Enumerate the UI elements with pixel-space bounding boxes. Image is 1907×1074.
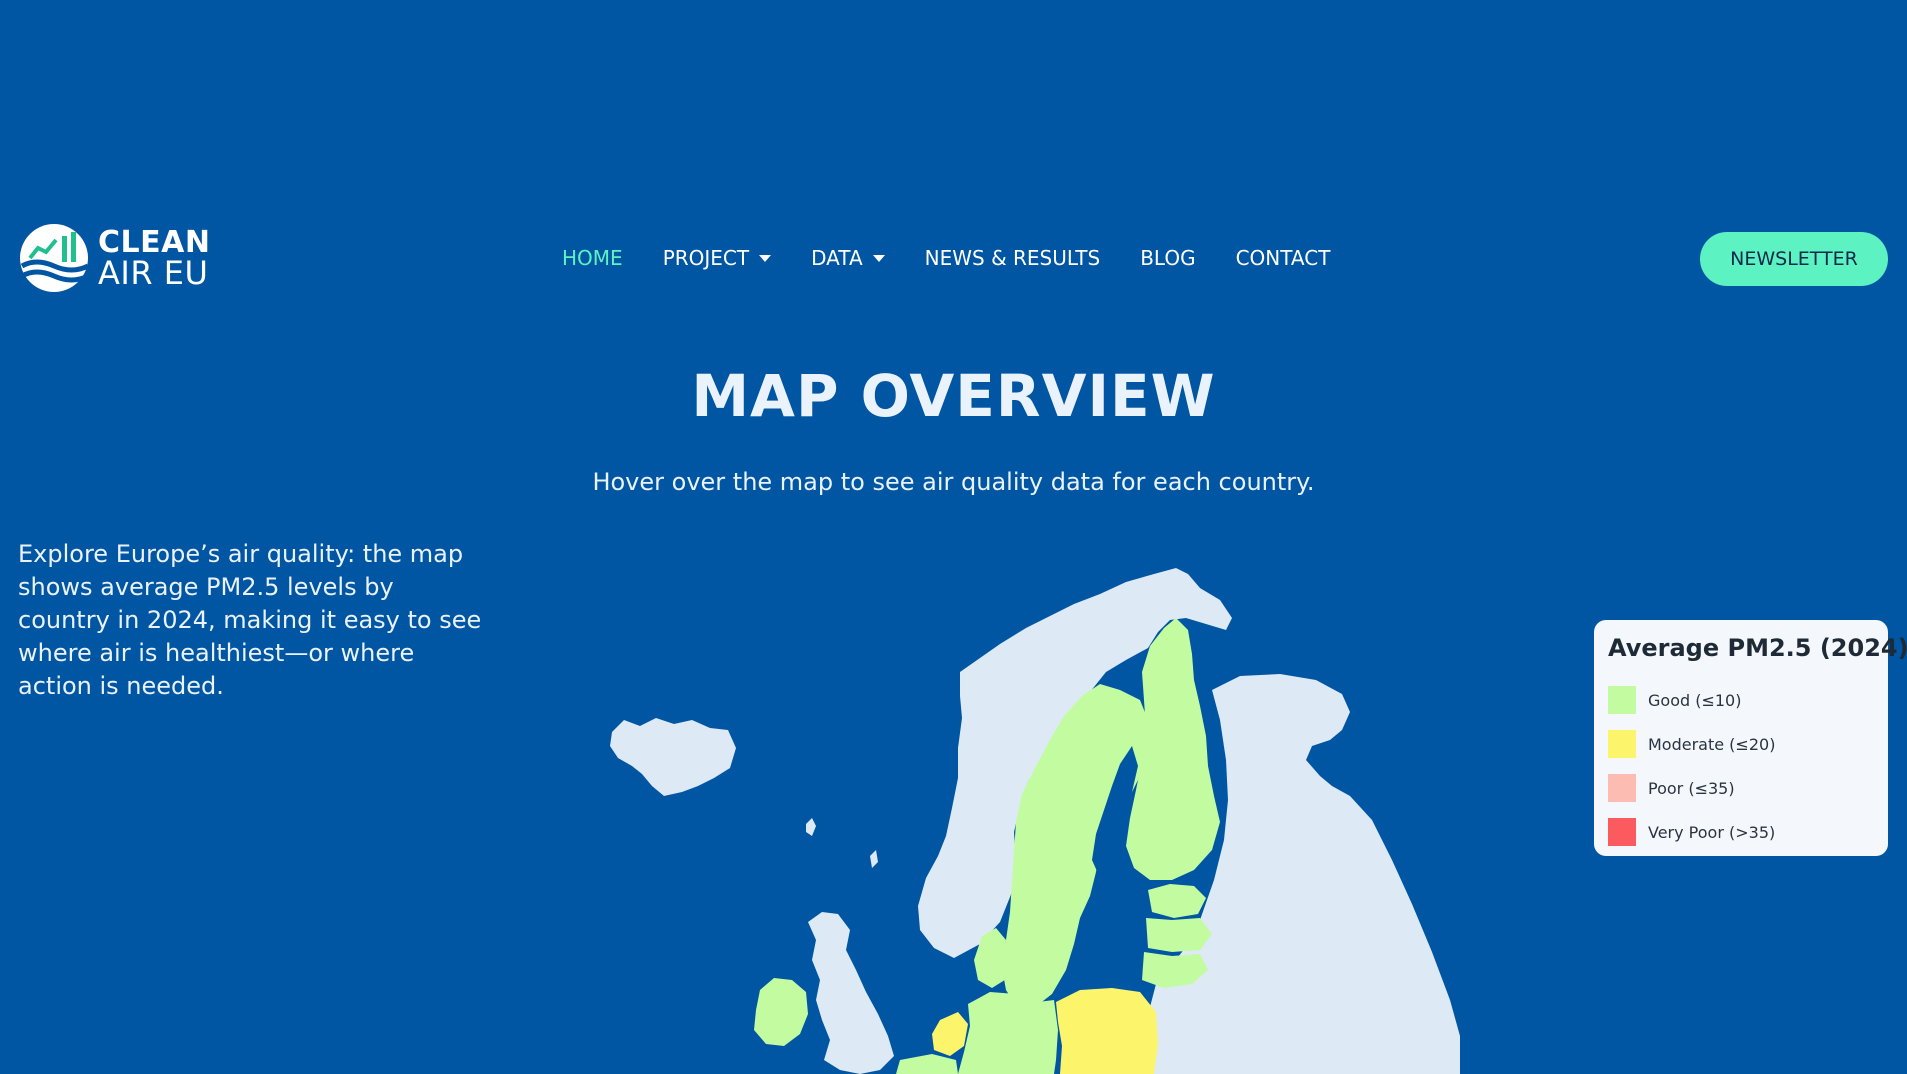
legend-title: Average PM2.5 (2024) [1608,634,1907,662]
page-title: MAP OVERVIEW [691,362,1216,430]
country-united-kingdom[interactable] [808,912,894,1074]
country-latvia[interactable] [1146,918,1212,952]
nav-blog[interactable]: BLOG [1140,246,1195,270]
island-faroe [806,818,816,836]
country-germany[interactable] [958,992,1058,1074]
map-legend: Average PM2.5 (2024) Good (≤10) Moderate… [1594,620,1907,856]
country-netherlands[interactable] [932,1012,968,1056]
island-shetland [870,850,878,868]
nav-data[interactable]: DATA [811,246,885,270]
nav-news-results[interactable]: NEWS & RESULTS [925,246,1101,270]
page-subtitle: Hover over the map to see air quality da… [592,468,1315,496]
nav-contact[interactable]: CONTACT [1236,246,1331,270]
legend-item: Good (≤10) [1608,678,1874,722]
newsletter-button[interactable]: NEWSLETTER [1700,232,1888,286]
legend-swatch [1608,686,1636,714]
legend-label: Good (≤10) [1648,690,1742,710]
logo-line2: AIR EU [98,254,209,292]
legend-label: Poor (≤35) [1648,778,1735,798]
europe-map[interactable] [560,560,1460,1074]
country-ireland[interactable] [754,978,808,1046]
legend-item: Poor (≤35) [1608,766,1874,810]
legend-label: Very Poor (>35) [1648,822,1776,842]
country-belgium[interactable] [896,1054,958,1074]
logo-icon [20,224,90,292]
main-nav: HOME PROJECT DATA NEWS & RESULTS BLOG CO… [562,246,1370,270]
site-logo[interactable]: CLEAN AIR EU [18,222,210,294]
logo-text: CLEAN AIR EU [98,228,210,292]
legend-item: Moderate (≤20) [1608,722,1874,766]
nav-home[interactable]: HOME [562,246,623,270]
chevron-down-icon [872,254,885,262]
legend-item: Very Poor (>35) [1608,810,1874,854]
country-poland[interactable] [1056,988,1158,1074]
legend-label: Moderate (≤20) [1648,734,1776,754]
legend-swatch [1608,730,1636,758]
legend-swatch [1608,774,1636,802]
country-estonia[interactable] [1148,884,1206,918]
legend-swatch [1608,818,1636,846]
nav-project[interactable]: PROJECT [663,246,772,270]
country-iceland[interactable] [610,718,736,796]
intro-text: Explore Europe’s air quality: the map sh… [18,540,482,700]
chevron-down-icon [759,254,772,262]
